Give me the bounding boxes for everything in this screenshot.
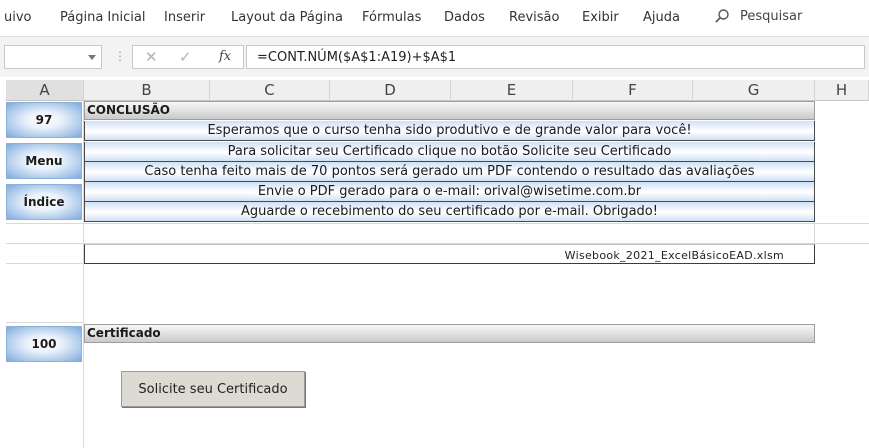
gridline [6,263,84,264]
column-header-d[interactable]: D [330,80,451,101]
gridline [6,223,869,224]
chevron-down-icon[interactable] [88,55,96,60]
tab-pagina-inicial[interactable]: Página Inicial [60,10,145,25]
formula-input[interactable]: =CONT.NÚM($A$1:A19)+$A$1 [246,45,865,69]
name-box[interactable] [4,45,102,69]
tab-inserir[interactable]: Inserir [164,10,205,25]
tab-dados[interactable]: Dados [444,10,485,25]
conclusion-line: Envie o PDF gerado para o e-mail: orival… [84,182,815,202]
conclusion-line: Caso tenha feito mais de 70 pontos será … [84,162,815,182]
cancel-icon[interactable]: ✕ [145,48,158,66]
grip-dots-icon: ⋮ [114,49,126,63]
conclusion-line: Esperamos que o curso tenha sido produti… [84,121,815,141]
menu-button[interactable]: Menu [6,143,82,179]
conclusion-header: CONCLUSÃO [84,101,815,120]
filename-cell: Wisebook_2021_ExcelBásicoEAD.xlsm [84,244,815,264]
search-label: Pesquisar [740,8,803,24]
check-icon[interactable]: ✓ [179,48,192,66]
tab-revisao[interactable]: Revisão [509,10,559,25]
ribbon-tabs: uivo Página Inicial Inserir Layout da Pá… [0,0,869,37]
formula-buttons: ✕ ✓ fx [132,45,244,69]
insert-function-icon[interactable]: fx [219,49,231,64]
column-header-f[interactable]: F [573,80,693,101]
tab-exibir[interactable]: Exibir [582,10,619,25]
tab-layout-da-pagina[interactable]: Layout da Página [231,10,343,25]
number-button-100[interactable]: 100 [6,326,82,362]
column-header-a[interactable]: A [6,80,84,101]
request-certificate-button[interactable]: Solicite seu Certificado [121,371,305,407]
conclusion-line: Aguarde o recebimento do seu certificado… [84,202,815,222]
search-icon [715,9,729,23]
gridline [6,322,84,323]
tab-ajuda[interactable]: Ajuda [643,10,680,25]
column-header-b[interactable]: B [84,80,210,101]
number-button-97[interactable]: 97 [6,102,82,138]
column-header-h[interactable]: H [815,80,869,101]
conclusion-line: Para solicitar seu Certificado clique no… [84,142,815,162]
column-header-e[interactable]: E [451,80,573,101]
filename-label: Wisebook_2021_ExcelBásicoEAD.xlsm [564,249,784,262]
tab-arquivo[interactable]: uivo [4,10,32,25]
tab-formulas[interactable]: Fórmulas [362,10,421,25]
certificate-header: Certificado [84,324,815,343]
column-header-g[interactable]: G [693,80,815,101]
formula-bar-row: ⋮ ✕ ✓ fx =CONT.NÚM($A$1:A19)+$A$1 [0,37,869,77]
search-box[interactable]: Pesquisar [714,8,802,24]
index-button[interactable]: Índice [6,184,82,220]
column-header-c[interactable]: C [210,80,330,101]
